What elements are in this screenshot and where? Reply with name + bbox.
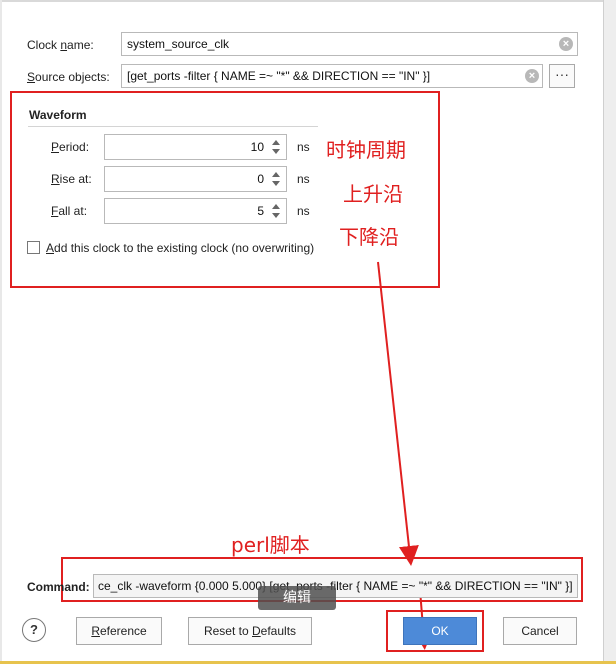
reset-defaults-button[interactable]: Reset to Defaults — [188, 617, 312, 645]
clock-name-input[interactable]: system_source_clk — [121, 32, 578, 56]
source-objects-label: Source objects: — [27, 70, 110, 84]
clock-name-label: Clock name: — [27, 38, 94, 52]
window-scrollbar[interactable] — [603, 0, 616, 664]
arrow-to-command — [377, 261, 419, 566]
annotation-command: perl脚本 — [231, 533, 310, 557]
annotation-period: 时钟周期 — [326, 138, 406, 162]
browse-objects-button[interactable]: ··· — [549, 64, 575, 88]
reference-button[interactable]: Reference — [76, 617, 162, 645]
clear-clock-name-icon[interactable]: × — [559, 37, 573, 51]
edit-tooltip: 编辑 — [258, 586, 336, 610]
annotation-fall: 下降沿 — [339, 225, 399, 249]
cancel-button[interactable]: Cancel — [503, 617, 577, 645]
left-edge — [0, 0, 2, 664]
annotation-rise: 上升沿 — [343, 182, 403, 206]
window-top-border — [0, 0, 616, 2]
source-objects-input[interactable]: [get_ports -filter { NAME =~ "*" && DIRE… — [121, 64, 543, 88]
source-objects-value: [get_ports -filter { NAME =~ "*" && DIRE… — [127, 69, 431, 83]
command-label: Command: — [27, 580, 90, 594]
clear-source-objects-icon[interactable]: × — [525, 69, 539, 83]
clock-name-value: system_source_clk — [127, 37, 230, 51]
help-button[interactable]: ? — [22, 618, 46, 642]
ok-button[interactable]: OK — [403, 617, 477, 645]
